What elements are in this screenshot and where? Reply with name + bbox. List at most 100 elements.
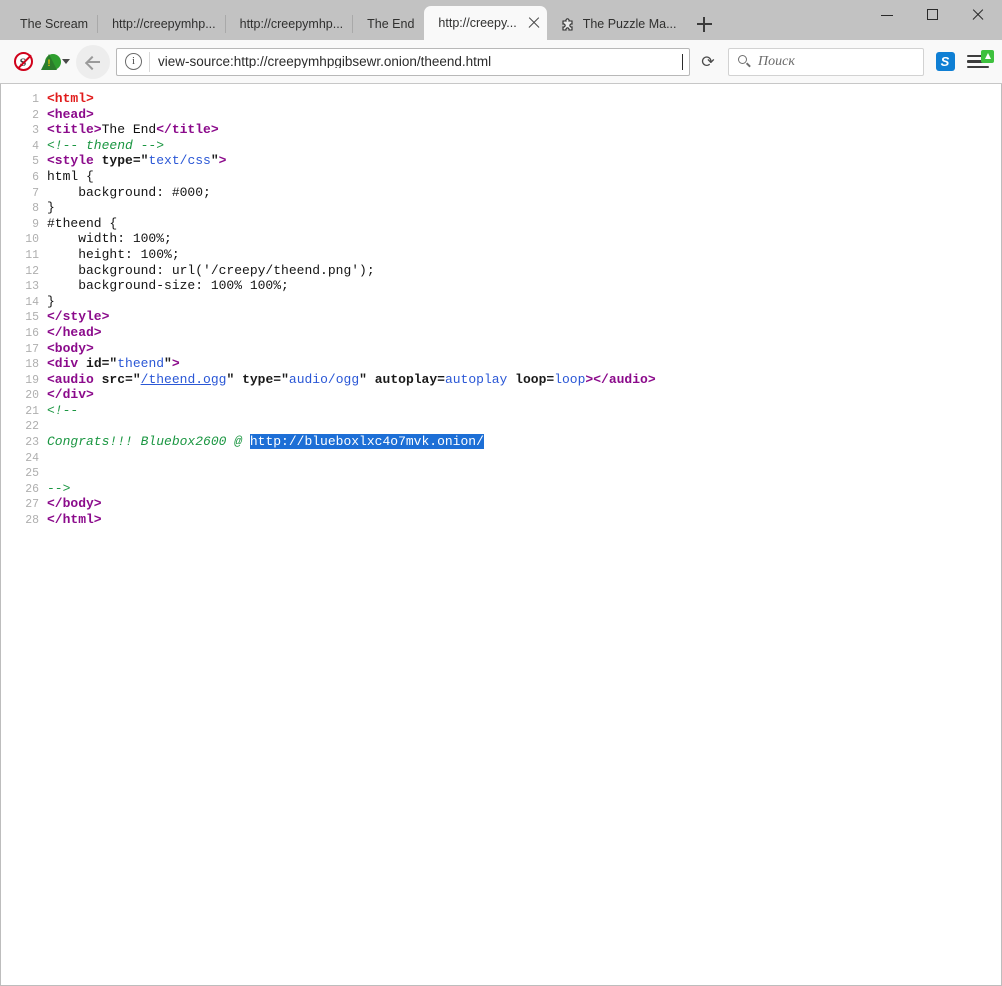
source-line: 20</div> bbox=[1, 387, 1001, 403]
line-number: 19 bbox=[1, 373, 39, 389]
noscript-icon: S bbox=[14, 52, 33, 71]
tab-label: http://creepy... bbox=[438, 16, 516, 30]
source-link[interactable]: /theend.ogg bbox=[141, 372, 227, 387]
line-number: 17 bbox=[1, 342, 39, 358]
source-line: 10 width: 100%; bbox=[1, 231, 1001, 247]
tab-0[interactable]: The Scream bbox=[6, 8, 98, 40]
tab-label: The Puzzle Ma... bbox=[583, 17, 677, 31]
source-line: 24 bbox=[1, 450, 1001, 466]
reload-button[interactable]: ⟳ bbox=[694, 48, 722, 76]
noscript-button[interactable]: S bbox=[8, 47, 38, 77]
maximize-button[interactable] bbox=[910, 0, 955, 28]
source-token: <div bbox=[47, 356, 86, 371]
line-number: 8 bbox=[1, 201, 39, 217]
source-token: <style bbox=[47, 153, 102, 168]
source-token: " bbox=[359, 372, 367, 387]
https-everywhere-button[interactable]: ! bbox=[38, 47, 72, 77]
back-button[interactable] bbox=[76, 45, 110, 79]
selected-url-text[interactable]: http://blueboxlxc4o7mvk.onion/ bbox=[250, 434, 484, 449]
source-line: 18<div id="theend"> bbox=[1, 356, 1001, 372]
source-line: 14} bbox=[1, 294, 1001, 310]
source-line: 16 </head> bbox=[1, 325, 1001, 341]
browser-window: The Scream http://creepymhp... http://cree… bbox=[0, 0, 1002, 986]
source-token: <title> bbox=[47, 122, 102, 137]
source-line: 9 #theend { bbox=[1, 216, 1001, 232]
line-number: 9 bbox=[1, 217, 39, 233]
address-bar[interactable]: i view-source:http://creepymhpgibsewr.on… bbox=[116, 48, 690, 76]
navigation-toolbar: S ! i view-source:http://creepymhpgibsew… bbox=[0, 40, 1002, 84]
line-number: 14 bbox=[1, 295, 39, 311]
source-token: } bbox=[47, 200, 55, 215]
line-number: 15 bbox=[1, 310, 39, 326]
source-line: 3<title>The End</title> bbox=[1, 122, 1001, 138]
source-token: #theend { bbox=[47, 216, 117, 231]
minimize-button[interactable] bbox=[865, 0, 910, 28]
source-token: <body> bbox=[47, 341, 94, 356]
tab-label: The End bbox=[367, 17, 414, 31]
line-number: 3 bbox=[1, 123, 39, 139]
tab-5[interactable]: The Puzzle Ma... bbox=[547, 8, 687, 40]
line-number: 13 bbox=[1, 279, 39, 295]
source-line: 25 bbox=[1, 465, 1001, 481]
source-line: 11 height: 100%; bbox=[1, 247, 1001, 263]
source-line: 1<html> bbox=[1, 91, 1001, 107]
source-code-view[interactable]: 1<html>2<head>3<title>The End</title>4<!… bbox=[1, 84, 1001, 528]
line-number: 25 bbox=[1, 466, 39, 482]
line-number: 27 bbox=[1, 497, 39, 513]
line-number: 2 bbox=[1, 108, 39, 124]
address-bar-divider bbox=[149, 52, 150, 72]
tab-label: The Scream bbox=[20, 17, 88, 31]
source-token: </head> bbox=[47, 325, 102, 340]
page-info-icon[interactable]: i bbox=[125, 53, 142, 70]
source-token: id= bbox=[86, 356, 109, 371]
source-token: autoplay bbox=[445, 372, 507, 387]
reload-icon: ⟳ bbox=[701, 52, 714, 72]
chevron-down-icon bbox=[62, 59, 70, 64]
source-token: > bbox=[219, 153, 227, 168]
back-arrow-icon bbox=[85, 53, 102, 70]
line-number: 10 bbox=[1, 232, 39, 248]
source-token: background-size: 100% 100%; bbox=[47, 278, 289, 293]
search-placeholder: Поиск bbox=[758, 54, 795, 70]
source-token: height: 100%; bbox=[47, 247, 180, 262]
window-controls bbox=[865, 0, 1002, 40]
source-token: </audio> bbox=[593, 372, 655, 387]
tab-2[interactable]: http://creepymhp... bbox=[226, 8, 354, 40]
line-number: 1 bbox=[1, 92, 39, 108]
source-line: 22 bbox=[1, 418, 1001, 434]
source-token: } bbox=[47, 294, 55, 309]
tab-1[interactable]: http://creepymhp... bbox=[98, 8, 226, 40]
line-number: 7 bbox=[1, 186, 39, 202]
source-token: --> bbox=[47, 481, 70, 496]
new-tab-button[interactable] bbox=[687, 8, 721, 40]
tab-label: http://creepymhp... bbox=[240, 17, 344, 31]
source-token: The End bbox=[102, 122, 157, 137]
tab-close-icon[interactable] bbox=[525, 14, 543, 32]
source-token: " bbox=[211, 153, 219, 168]
line-number: 16 bbox=[1, 326, 39, 342]
tab-3[interactable]: The End bbox=[353, 8, 424, 40]
tab-4[interactable]: http://creepy... bbox=[424, 6, 546, 40]
source-token: " bbox=[133, 372, 141, 387]
close-window-button[interactable] bbox=[955, 0, 1000, 28]
source-line: 12 background: url('/creepy/theend.png')… bbox=[1, 263, 1001, 279]
https-everywhere-icon: ! bbox=[41, 53, 61, 71]
address-bar-url: view-source:http://creepymhpgibsewr.onio… bbox=[158, 55, 682, 69]
source-token: width: 100%; bbox=[47, 231, 172, 246]
source-token: background: url('/creepy/theend.png'); bbox=[47, 263, 375, 278]
skype-button[interactable]: S bbox=[930, 47, 960, 77]
source-line: 15</style> bbox=[1, 309, 1001, 325]
line-number: 4 bbox=[1, 139, 39, 155]
update-badge-icon bbox=[981, 50, 994, 63]
line-number: 18 bbox=[1, 357, 39, 373]
title-bar: The Scream http://creepymhp... http://cree… bbox=[0, 0, 1002, 40]
source-line: 17 <body> bbox=[1, 341, 1001, 357]
search-bar[interactable]: Поиск bbox=[728, 48, 924, 76]
line-number: 20 bbox=[1, 388, 39, 404]
source-token: loop bbox=[554, 372, 585, 387]
source-line: 26--> bbox=[1, 481, 1001, 497]
hamburger-menu-button[interactable] bbox=[962, 47, 994, 77]
source-token: <audio bbox=[47, 372, 102, 387]
source-token: " bbox=[281, 372, 289, 387]
source-token: </html> bbox=[47, 512, 102, 527]
